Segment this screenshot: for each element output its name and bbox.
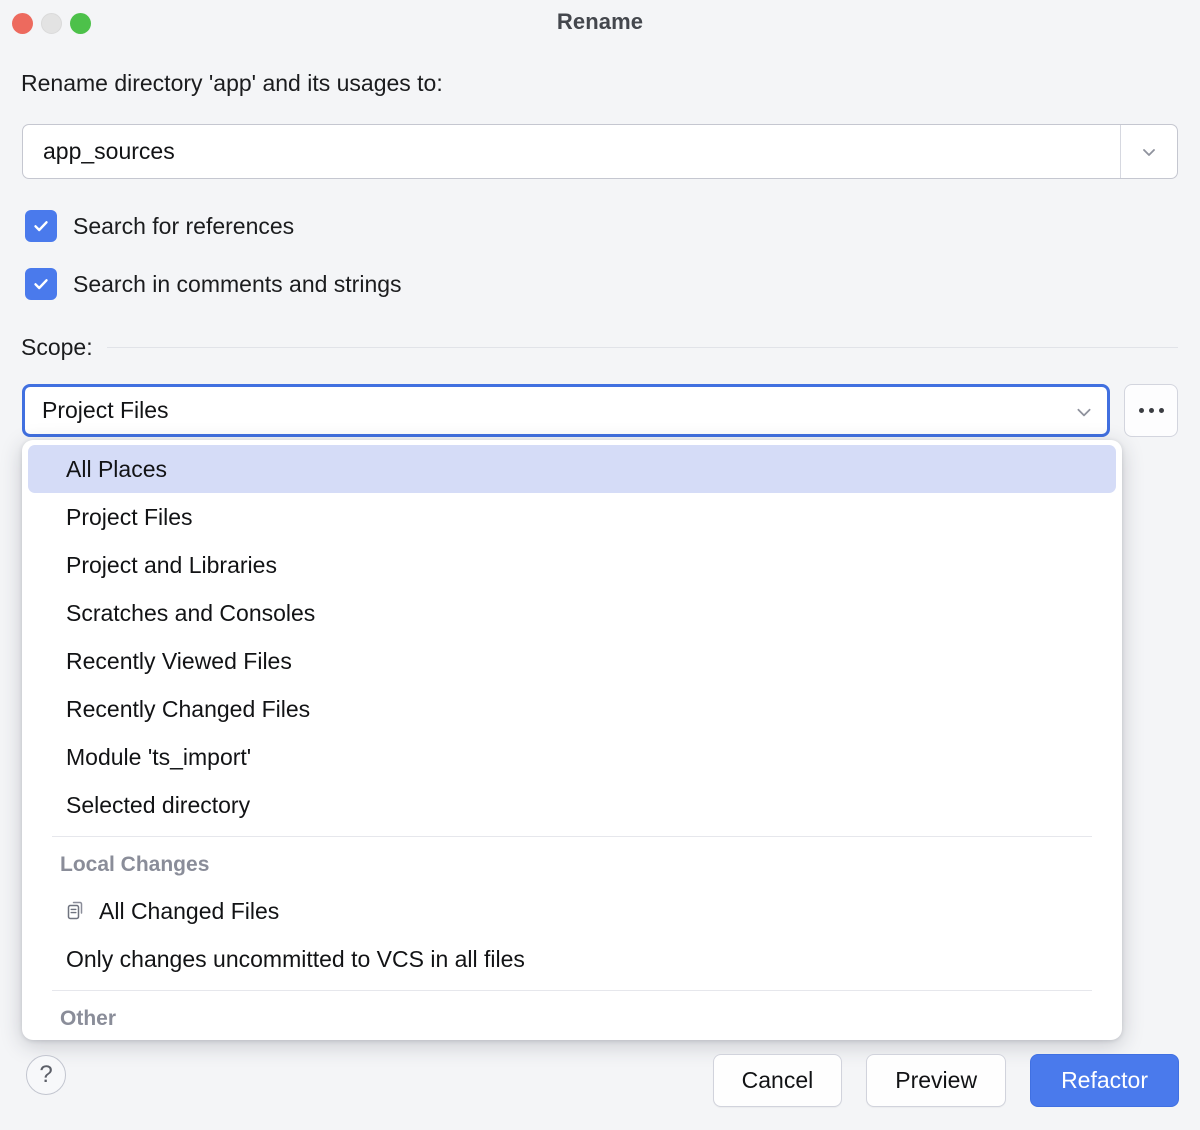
new-name-combobox[interactable]: app_sources	[22, 124, 1178, 179]
dropdown-item-recently-viewed-files[interactable]: Recently Viewed Files	[28, 637, 1116, 685]
dropdown-item-label: Recently Viewed Files	[66, 648, 292, 675]
search-for-references-checkbox[interactable]	[25, 210, 57, 242]
refactor-button[interactable]: Refactor	[1030, 1054, 1179, 1107]
ellipsis-icon	[1149, 408, 1154, 413]
search-for-references-row[interactable]: Search for references	[25, 210, 294, 242]
title-bar: Rename	[0, 0, 1200, 46]
cancel-button[interactable]: Cancel	[713, 1054, 843, 1107]
dropdown-item-project-and-libraries[interactable]: Project and Libraries	[28, 541, 1116, 589]
scope-separator	[107, 347, 1178, 348]
dropdown-item-label: Project and Libraries	[66, 552, 277, 579]
ellipsis-icon	[1139, 408, 1144, 413]
search-in-comments-row[interactable]: Search in comments and strings	[25, 268, 402, 300]
scope-row: Project Files	[22, 384, 1178, 437]
scope-browse-button[interactable]	[1124, 384, 1178, 437]
scope-label: Scope:	[21, 334, 93, 361]
scope-dropdown-popup[interactable]: All Places Project Files Project and Lib…	[22, 440, 1122, 1040]
dropdown-item-all-changed-files[interactable]: All Changed Files	[28, 887, 1116, 935]
new-name-input[interactable]: app_sources	[23, 125, 1120, 178]
dropdown-item-label: All Places	[66, 456, 167, 483]
scope-combobox[interactable]: Project Files	[22, 384, 1110, 437]
search-for-references-label: Search for references	[73, 213, 294, 240]
dropdown-item-label: Only changes uncommitted to VCS in all f…	[66, 946, 525, 973]
help-button[interactable]: ?	[26, 1055, 66, 1095]
dropdown-item-label: Project Files	[66, 504, 193, 531]
dropdown-group-divider	[52, 990, 1092, 991]
dropdown-item-label: Scratches and Consoles	[66, 600, 315, 627]
dropdown-item-label: Selected directory	[66, 792, 250, 819]
new-name-dropdown-button[interactable]	[1120, 125, 1177, 178]
dropdown-section-other: Other	[22, 997, 1122, 1040]
dropdown-group-divider	[52, 836, 1092, 837]
question-mark-icon: ?	[39, 1061, 52, 1089]
scope-selected-value: Project Files	[42, 397, 169, 424]
chevron-down-icon	[1075, 403, 1091, 419]
footer-button-group: Cancel Preview Refactor	[713, 1054, 1179, 1107]
dropdown-item-project-files[interactable]: Project Files	[28, 493, 1116, 541]
dropdown-item-label: All Changed Files	[99, 898, 279, 925]
ellipsis-icon	[1159, 408, 1164, 413]
search-in-comments-label: Search in comments and strings	[73, 271, 402, 298]
dropdown-item-scratches-and-consoles[interactable]: Scratches and Consoles	[28, 589, 1116, 637]
dropdown-item-only-uncommitted-changes[interactable]: Only changes uncommitted to VCS in all f…	[28, 935, 1116, 983]
dropdown-item-selected-directory[interactable]: Selected directory	[28, 781, 1116, 829]
search-in-comments-checkbox[interactable]	[25, 268, 57, 300]
dropdown-section-local-changes: Local Changes	[22, 843, 1122, 887]
dropdown-item-module-ts-import[interactable]: Module 'ts_import'	[28, 733, 1116, 781]
preview-button[interactable]: Preview	[866, 1054, 1006, 1107]
dialog-footer: ? Cancel Preview Refactor	[0, 1040, 1200, 1130]
scope-section-header: Scope:	[21, 334, 1178, 361]
chevron-down-icon	[1141, 144, 1157, 160]
dropdown-item-all-places[interactable]: All Places	[28, 445, 1116, 493]
rename-prompt-label: Rename directory 'app' and its usages to…	[21, 70, 443, 97]
dropdown-item-recently-changed-files[interactable]: Recently Changed Files	[28, 685, 1116, 733]
copy-documents-icon	[64, 899, 88, 923]
window-title: Rename	[0, 9, 1200, 35]
dropdown-item-label: Module 'ts_import'	[66, 744, 251, 771]
dropdown-item-label: Recently Changed Files	[66, 696, 310, 723]
